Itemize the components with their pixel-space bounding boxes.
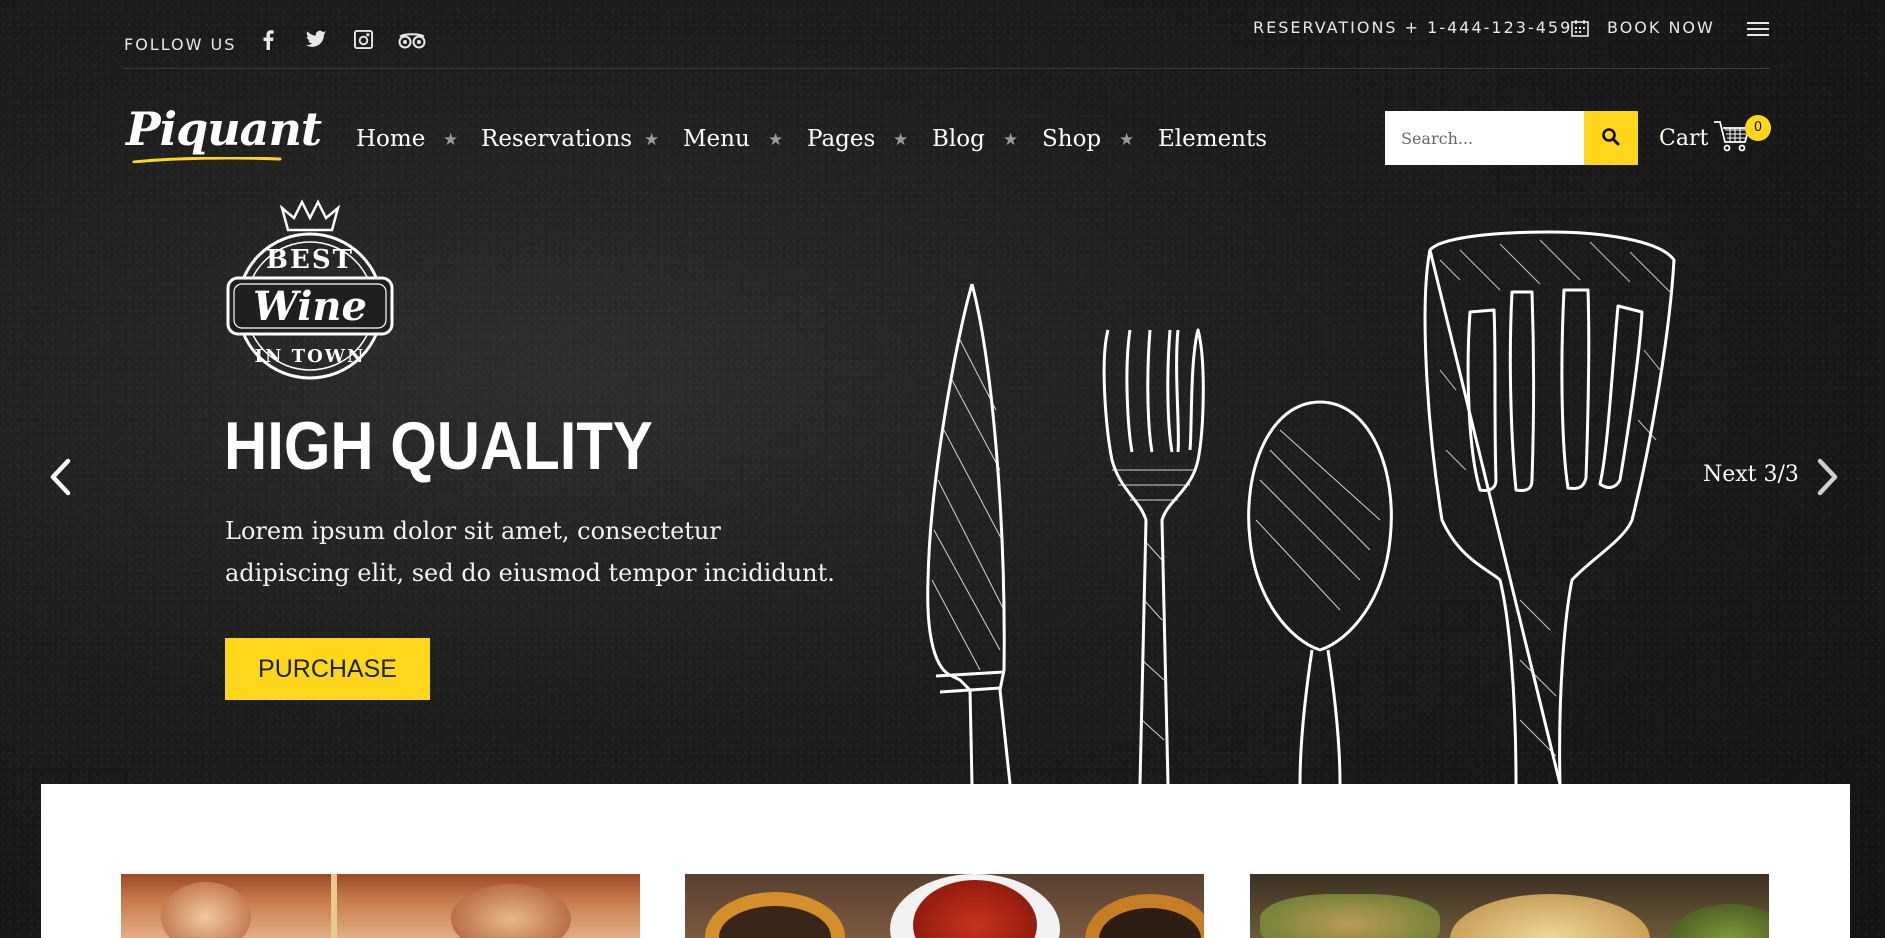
spoon-drawing bbox=[1247, 400, 1393, 652]
purchase-button[interactable]: PURCHASE bbox=[225, 638, 430, 700]
search-button[interactable] bbox=[1584, 111, 1638, 165]
star-separator-icon: ★ bbox=[893, 130, 909, 150]
reservations-phone[interactable]: RESERVATIONS + 1-444-123-459 bbox=[1253, 18, 1572, 37]
fork-drawing bbox=[1102, 328, 1205, 784]
star-separator-icon: ★ bbox=[768, 130, 784, 150]
badge-bottom-text: IN TOWN bbox=[255, 346, 366, 367]
top-bar: FOLLOW US RESERVATIONS + 1-444-123-459 B… bbox=[0, 0, 1885, 70]
logo-underline bbox=[132, 157, 282, 163]
nav-elements[interactable]: Elements bbox=[1158, 126, 1267, 152]
instagram-icon[interactable] bbox=[354, 30, 373, 53]
star-separator-icon: ★ bbox=[1119, 130, 1135, 150]
nav-menu[interactable]: Menu bbox=[683, 126, 750, 152]
nav-home[interactable]: Home bbox=[356, 126, 425, 152]
best-wine-badge: BEST Wine IN TOWN bbox=[222, 198, 398, 392]
search-input[interactable] bbox=[1385, 111, 1584, 165]
nav-blog[interactable]: Blog bbox=[932, 126, 985, 152]
search-icon bbox=[1602, 127, 1620, 145]
tripadvisor-icon[interactable] bbox=[398, 33, 426, 53]
star-separator-icon: ★ bbox=[443, 130, 459, 150]
star-separator-icon: ★ bbox=[1003, 130, 1019, 150]
follow-us-label: FOLLOW US bbox=[124, 35, 237, 54]
cart-link[interactable]: Cart bbox=[1659, 126, 1708, 151]
nav-pages[interactable]: Pages bbox=[807, 126, 875, 152]
food-card-image[interactable] bbox=[685, 874, 1204, 938]
hero-title: HIGH QUALITY bbox=[224, 408, 653, 484]
cart-count-badge: 0 bbox=[1745, 115, 1771, 141]
badge-middle-text: Wine bbox=[253, 283, 367, 330]
slider-next-arrow-icon[interactable] bbox=[1816, 458, 1840, 500]
star-separator-icon: ★ bbox=[644, 130, 660, 150]
facebook-icon[interactable] bbox=[261, 30, 275, 54]
food-card-image[interactable] bbox=[1250, 874, 1769, 938]
site-logo[interactable]: Piquant bbox=[126, 102, 322, 156]
utensils-illustration bbox=[926, 230, 1676, 784]
badge-top-text: BEST bbox=[266, 245, 354, 275]
slider-prev-arrow-icon[interactable] bbox=[48, 458, 72, 500]
nav-shop[interactable]: Shop bbox=[1042, 126, 1101, 152]
hero-description: Lorem ipsum dolor sit amet, consectetur … bbox=[225, 517, 835, 587]
header-divider bbox=[124, 68, 1771, 69]
nav-reservations[interactable]: Reservations bbox=[481, 126, 632, 152]
menu-hamburger-icon[interactable] bbox=[1747, 21, 1769, 41]
book-now-link[interactable]: BOOK NOW bbox=[1607, 18, 1715, 37]
twitter-icon[interactable] bbox=[306, 30, 326, 52]
spatula-drawing bbox=[1423, 230, 1676, 784]
food-card-image[interactable] bbox=[121, 874, 640, 938]
calendar-icon bbox=[1571, 19, 1589, 41]
